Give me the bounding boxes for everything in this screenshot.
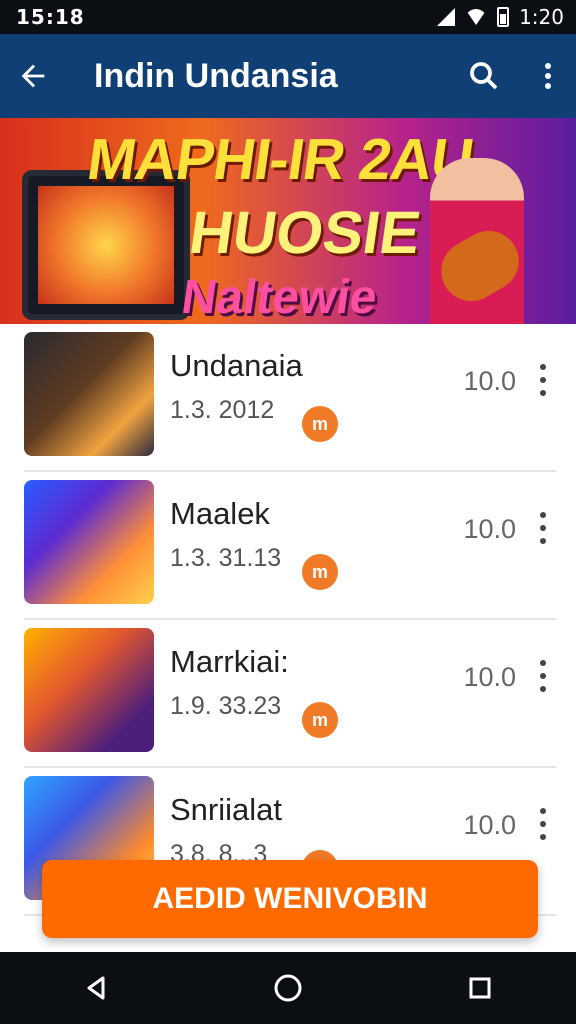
page-title: Indin Undansia [94,56,338,95]
item-subtitle: 1.3. 31.13 [170,544,282,572]
promo-banner[interactable]: MAPHI-IR 2AU HUOSIE Naltewie [0,118,576,324]
primary-action-button[interactable]: AEDID WENIVOBIN [42,860,538,938]
app-thumbnail [24,628,154,752]
wifi-icon [465,9,488,25]
item-rating: 10.0 [463,514,516,544]
item-subtitle: 1.3. 2012 [170,396,275,424]
item-more-icon[interactable] [534,808,552,840]
item-title: Maalek [170,496,270,531]
item-badge: m [302,406,338,442]
item-rating: 10.0 [463,810,516,840]
status-icons: 1:20 [437,5,564,29]
app-list: Undanaia 1.3. 2012 m 10.0 Maalek 1.3. 31… [0,324,576,916]
more-vert-svg [545,63,551,89]
list-item[interactable]: Marrkiai: 1.9. 33.23 m 10.0 [24,620,556,768]
nav-recents-button[interactable] [444,958,516,1018]
item-title: Undanaia [170,348,303,383]
search-icon[interactable] [466,58,502,94]
app-bar: Indin Undansia [0,34,576,118]
item-title: Marrkiai: [170,644,289,679]
app-thumbnail [24,332,154,456]
item-title: Snriialat [170,792,282,827]
more-vert-icon[interactable] [536,58,560,94]
list-item[interactable]: Maalek 1.3. 31.13 m 10.0 [24,472,556,620]
nav-home-icon [274,974,302,1002]
thumbnail-art [24,480,154,604]
list-item[interactable]: Undanaia 1.3. 2012 m 10.0 [24,324,556,472]
item-badge: m [302,702,338,738]
banner-device-art [38,186,174,304]
banner-title-line2: HUOSIE [185,199,425,266]
nav-back-icon [87,976,105,1000]
app-thumbnail [24,480,154,604]
item-more-icon[interactable] [534,364,552,396]
item-rating: 10.0 [463,366,516,396]
status-time-right: 1:20 [519,5,564,29]
search-svg [470,62,498,90]
item-more-icon[interactable] [534,660,552,692]
item-badge: m [302,554,338,590]
nav-home-button[interactable] [252,958,324,1018]
item-rating: 10.0 [463,662,516,692]
battery-icon [497,7,510,27]
thumbnail-art [24,332,154,456]
item-more-icon[interactable] [534,512,552,544]
banner-title-line3: Naltewie [178,271,381,324]
nav-recents-icon [469,977,491,999]
status-time-left: 15:18 [16,5,85,29]
back-arrow-icon[interactable] [16,59,50,93]
system-navigation-bar [0,952,576,1024]
item-subtitle: 1.9. 33.23 [170,692,282,720]
app-root: 15:18 1:20 Indin Undansia MAPHI-IR 2AU H… [0,0,576,1024]
banner-title-line1: MAPHI-IR 2AU [83,127,477,192]
signal-icon [437,8,456,26]
back-arrow-svg [21,64,45,88]
nav-back-button[interactable] [60,958,132,1018]
thumbnail-art [24,628,154,752]
status-bar: 15:18 1:20 [0,0,576,34]
